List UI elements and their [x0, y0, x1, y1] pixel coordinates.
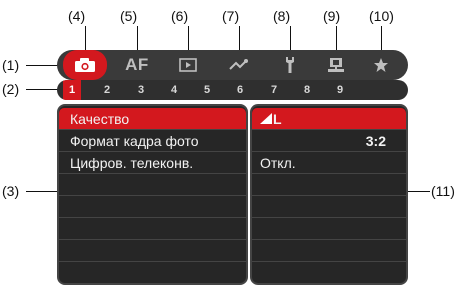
menu-item-empty: [59, 240, 246, 262]
callout-1-line: [26, 65, 59, 66]
callout-7: (7): [222, 8, 240, 24]
callout-4: (4): [68, 8, 86, 24]
callout-3: (3): [2, 183, 20, 199]
menu-item-quality[interactable]: Качество: [59, 108, 246, 130]
page-9[interactable]: 9: [331, 80, 349, 100]
star-icon: [374, 58, 388, 72]
wireless-icon: [229, 59, 248, 70]
menu-value-empty: [252, 218, 406, 240]
menu-item-label: Цифров. телеконв.: [70, 154, 194, 171]
menu-tab-bar: AF: [57, 50, 408, 80]
tab-shooting[interactable]: [63, 50, 107, 80]
quality-large-fine-icon: [260, 113, 272, 124]
callout-11: (11): [431, 183, 455, 199]
page-7[interactable]: 7: [265, 80, 283, 100]
tab-custom-functions[interactable]: [314, 50, 358, 80]
digital-teleconverter-value: Откл.: [260, 154, 296, 171]
callout-9: (9): [323, 8, 341, 24]
menu-item-empty: [59, 174, 246, 196]
tab-setup[interactable]: [268, 50, 312, 80]
menu-item-digital-teleconverter[interactable]: Цифров. телеконв.: [59, 152, 246, 174]
callout-5: (5): [120, 8, 138, 24]
page-3[interactable]: 3: [132, 80, 150, 100]
menu-item-aspect-ratio[interactable]: Формат кадра фото: [59, 130, 246, 152]
menu-value-empty: [252, 174, 406, 196]
page-8[interactable]: 8: [298, 80, 316, 100]
menu-value-aspect-ratio: 3:2: [252, 130, 406, 152]
callout-3-line: [26, 191, 59, 192]
menu-values-panel: L 3:2 Откл.: [250, 104, 408, 285]
callout-1: (1): [2, 57, 20, 73]
menu-value-digital-teleconverter: Откл.: [252, 152, 406, 174]
tab-my-menu[interactable]: [359, 50, 403, 80]
menu-items-panel: Качество Формат кадра фото Цифров. телек…: [57, 104, 248, 285]
menu-value-empty: [252, 262, 406, 283]
menu-item-empty: [59, 262, 246, 283]
tab-af[interactable]: AF: [115, 50, 159, 80]
callout-2-line: [26, 89, 59, 90]
menu-value-empty: [252, 196, 406, 218]
quality-value: L: [252, 111, 282, 127]
callout-8: (8): [273, 8, 291, 24]
custom-functions-icon: [328, 58, 344, 72]
menu-item-label: Качество: [70, 110, 130, 127]
callout-6: (6): [171, 8, 189, 24]
tab-af-label: AF: [125, 55, 149, 74]
callout-2: (2): [2, 81, 20, 97]
camera-icon: [75, 58, 95, 72]
page-1[interactable]: 1: [63, 80, 81, 100]
menu-value-quality: L: [252, 108, 406, 130]
aspect-ratio-value: 3:2: [365, 132, 386, 149]
tab-wireless[interactable]: [217, 50, 261, 80]
quality-size-label: L: [273, 110, 282, 127]
page-number-bar: 1 2 3 4 5 6 7 8 9: [57, 80, 408, 100]
callout-10: (10): [369, 8, 394, 24]
page-4[interactable]: 4: [165, 80, 183, 100]
menu-item-empty: [59, 196, 246, 218]
tab-playback[interactable]: [166, 50, 210, 80]
menu-item-label: Формат кадра фото: [70, 132, 199, 149]
page-5[interactable]: 5: [198, 80, 216, 100]
page-2[interactable]: 2: [98, 80, 116, 100]
playback-icon: [179, 58, 197, 72]
wrench-icon: [286, 57, 294, 73]
page-6[interactable]: 6: [231, 80, 249, 100]
menu-value-empty: [252, 240, 406, 262]
menu-item-empty: [59, 218, 246, 240]
